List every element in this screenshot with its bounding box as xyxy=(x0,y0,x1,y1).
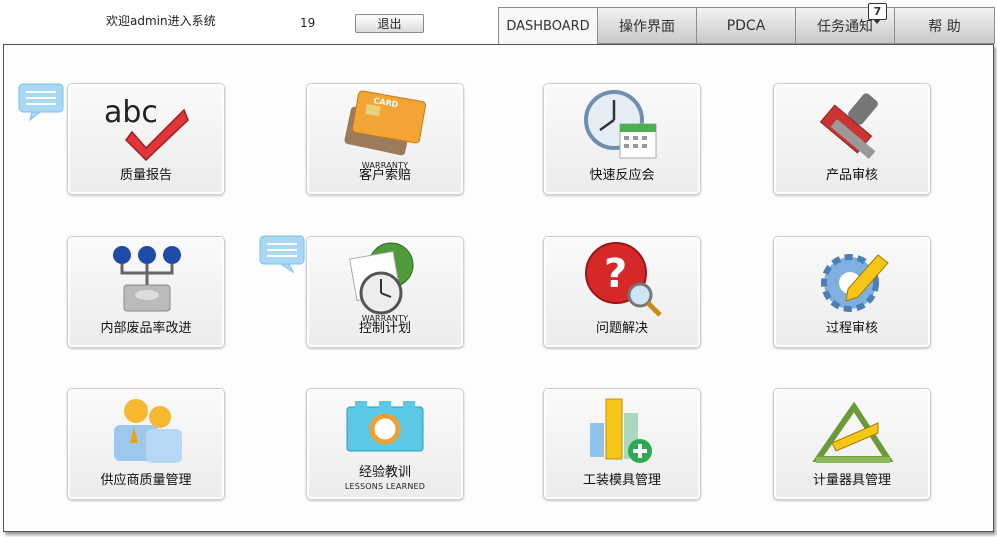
tile-label: 客户索赔 xyxy=(358,168,411,183)
lifebuoy-block-icon xyxy=(346,401,424,452)
tile-label: 经验教训 xyxy=(358,465,411,480)
tile-sublabel: LESSONS LEARNED xyxy=(344,482,426,491)
tile-internal-scrap[interactable]: 内部废品率改进 xyxy=(67,236,225,348)
tile-label: 过程审核 xyxy=(825,321,878,336)
tile-label: 产品审核 xyxy=(825,168,878,183)
tile-problem-solving[interactable]: ? 问题解决 xyxy=(543,236,701,348)
tile-customer-claim[interactable]: CARD WARRANTY 客户索赔 xyxy=(306,83,464,195)
tile-label: 内部废品率改进 xyxy=(100,321,192,336)
tile-supplier-quality[interactable]: 供应商质量管理 xyxy=(67,388,225,500)
tab-dashboard[interactable]: DASHBOARD xyxy=(498,7,598,45)
tile-control-plan[interactable]: WARRANTY 控制计划 xyxy=(306,236,464,348)
tile-quick-response[interactable]: 快速反应会 xyxy=(543,83,701,195)
credit-card-icon: CARD xyxy=(344,90,426,156)
question-magnifier-icon: ? xyxy=(585,242,662,317)
tile-label: 供应商质量管理 xyxy=(100,473,192,488)
tile-label: 问题解决 xyxy=(595,321,648,336)
main-tabs: DASHBOARD 操作界面 PDCA 任务通知 7 帮 助 xyxy=(498,3,995,45)
tile-label: 控制计划 xyxy=(358,321,411,336)
tile-label: 工装模具管理 xyxy=(582,473,661,488)
tile-product-audit[interactable]: 产品审核 xyxy=(773,83,931,195)
tile-label: 快速反应会 xyxy=(589,168,655,183)
abc-checkmark-icon: abc xyxy=(104,95,189,162)
gear-pencil-icon xyxy=(821,254,889,312)
notification-badge: 7 xyxy=(868,3,887,24)
tile-quality-report[interactable]: abc 质量报告 xyxy=(67,83,225,195)
dashboard-panel: abc 质量报告 CARD WARRANTY 客户索赔 快速反应会 产品审核 内… xyxy=(3,44,994,532)
clock-calendar-icon xyxy=(584,90,657,159)
svg-text:?: ? xyxy=(604,251,627,297)
bar-chart-add-icon xyxy=(590,398,652,463)
tile-lessons-learned[interactable]: 经验教训 LESSONS LEARNED xyxy=(306,388,464,500)
svg-text:abc: abc xyxy=(104,95,158,130)
welcome-text: 欢迎admin进入系统 xyxy=(106,14,216,28)
tab-task-notice[interactable]: 任务通知 7 xyxy=(796,3,895,44)
ruler-triangle-icon xyxy=(812,401,894,463)
tab-operations[interactable]: 操作界面 xyxy=(598,7,697,44)
tile-label: 质量报告 xyxy=(119,168,172,183)
tile-measuring-instruments[interactable]: 计量器具管理 xyxy=(773,388,931,500)
tile-process-audit[interactable]: 过程审核 xyxy=(773,236,931,348)
tab-help[interactable]: 帮 助 xyxy=(895,7,995,44)
tab-task-notice-label: 任务通知 xyxy=(817,18,873,35)
logout-button[interactable]: 退出 xyxy=(355,14,424,33)
tab-pdca[interactable]: PDCA xyxy=(697,7,796,44)
tile-tooling-management[interactable]: 工装模具管理 xyxy=(543,388,701,500)
network-drive-icon xyxy=(113,246,181,312)
online-count: 19 xyxy=(300,16,316,30)
tile-label: 计量器具管理 xyxy=(812,473,891,488)
chat-bubble-icon[interactable] xyxy=(259,235,305,273)
users-group-icon xyxy=(114,399,182,463)
stamp-icon xyxy=(819,93,878,159)
chat-bubble-icon[interactable] xyxy=(18,83,64,121)
schedule-clock-icon xyxy=(349,242,414,315)
